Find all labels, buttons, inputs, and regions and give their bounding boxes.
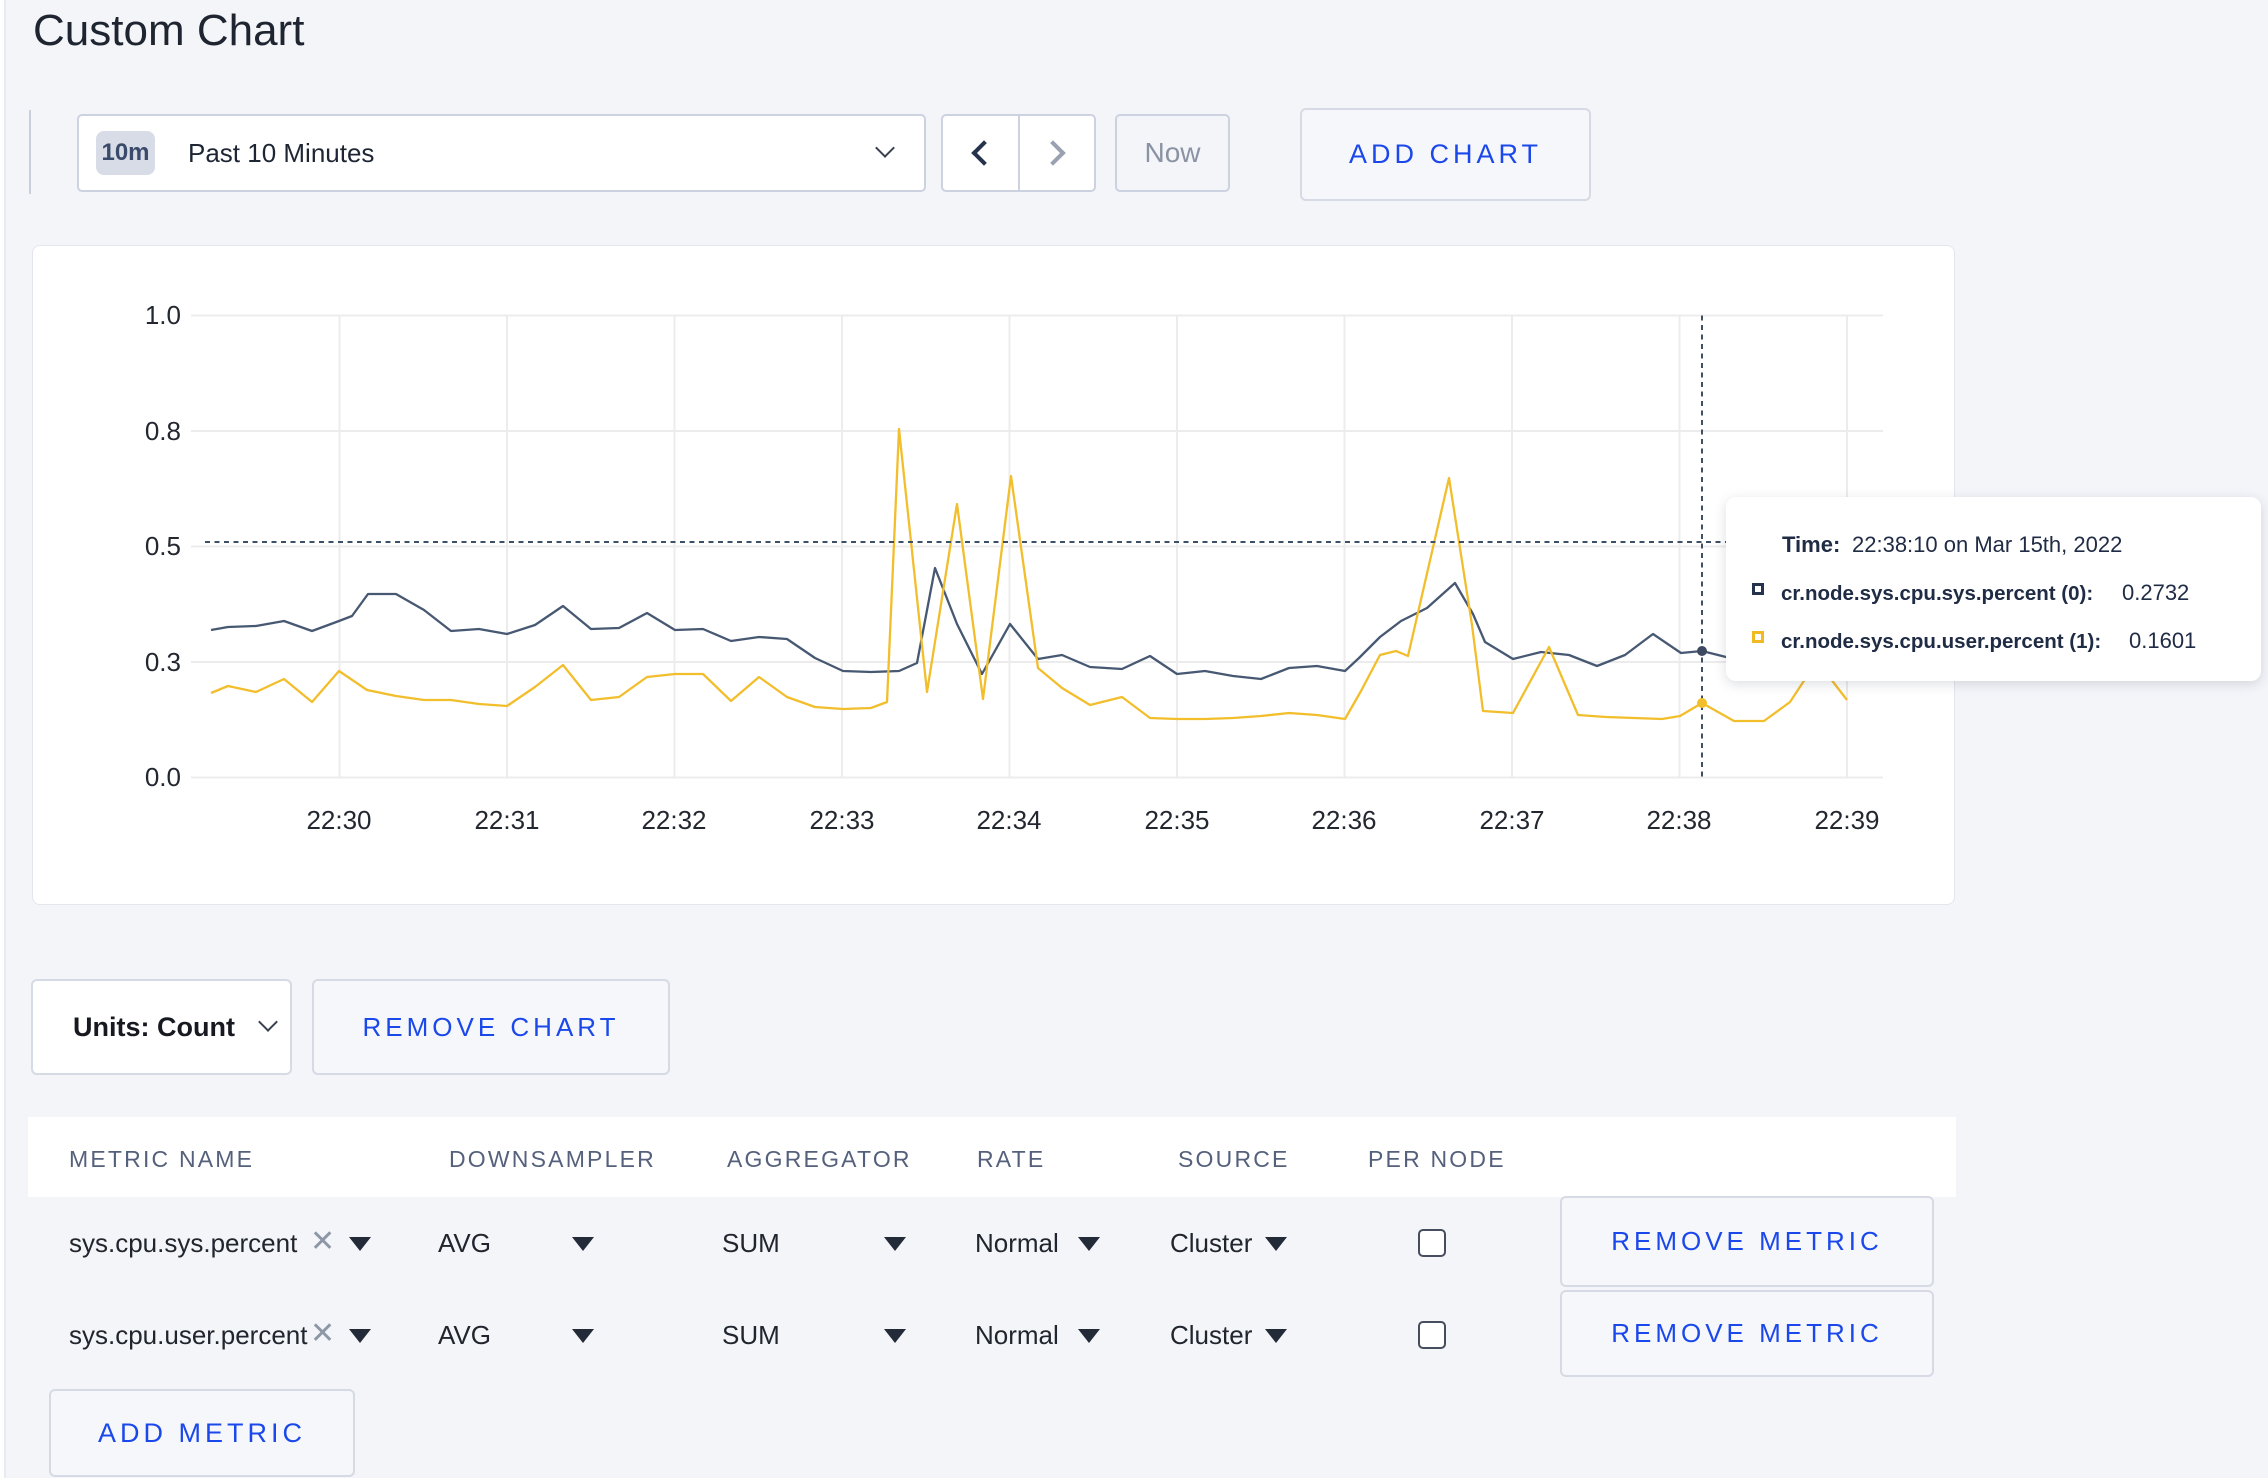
svg-text:0.5: 0.5 <box>145 531 181 561</box>
svg-text:22:37: 22:37 <box>1479 805 1544 835</box>
svg-text:22:30: 22:30 <box>306 805 371 835</box>
svg-text:22:39: 22:39 <box>1814 805 1879 835</box>
svg-text:0.8: 0.8 <box>145 416 181 446</box>
svg-text:22:35: 22:35 <box>1144 805 1209 835</box>
svg-text:0.3: 0.3 <box>145 647 181 677</box>
svg-text:22:38: 22:38 <box>1646 805 1711 835</box>
svg-text:1.0: 1.0 <box>145 300 181 330</box>
svg-text:22:33: 22:33 <box>809 805 874 835</box>
svg-text:22:31: 22:31 <box>474 805 539 835</box>
svg-text:0.0: 0.0 <box>145 762 181 792</box>
svg-text:22:32: 22:32 <box>641 805 706 835</box>
svg-text:22:34: 22:34 <box>976 805 1041 835</box>
svg-text:22:36: 22:36 <box>1311 805 1376 835</box>
